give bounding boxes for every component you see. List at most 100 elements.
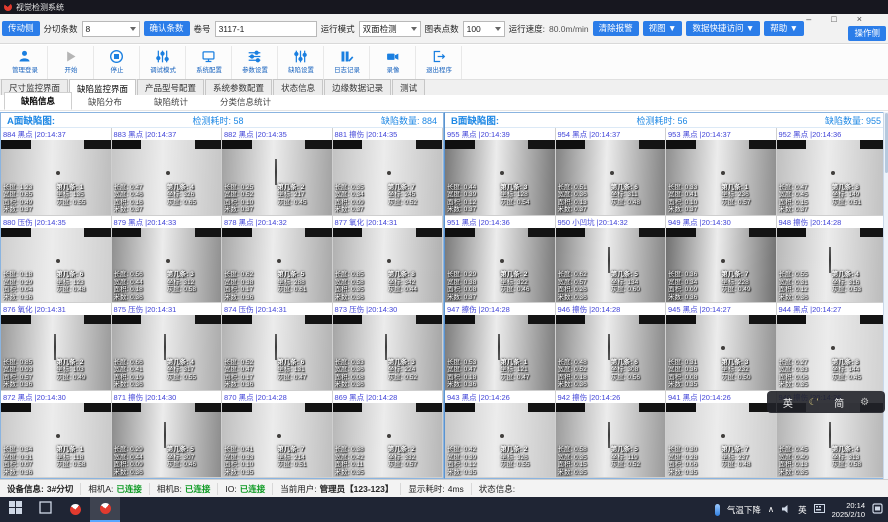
- maximize-button[interactable]: □: [831, 14, 836, 24]
- defect-cell[interactable]: 884 黑点 |20:14:37 长度: 1.23宽度: 0.65面积: 0.4…: [1, 128, 112, 216]
- video-record-button[interactable]: 录像: [370, 46, 416, 79]
- drive-side-button[interactable]: 传动侧: [2, 21, 40, 36]
- help-menu-button[interactable]: 帮助 ▼: [764, 21, 804, 36]
- defect-image[interactable]: 长度: 0.42宽度: 0.39面积: 0.12米数: 0.35 第几条: 2坐…: [445, 403, 555, 478]
- subtab-defect-distribution[interactable]: 缺陷分布: [72, 94, 138, 110]
- defect-cell[interactable]: 869 黑点 |20:14:28 长度: 0.38宽度: 0.42面积: 0.1…: [333, 391, 444, 479]
- defect-image[interactable]: 长度: 0.31宽度: 0.36面积: 0.08米数: 0.35 第几条: 3坐…: [666, 315, 776, 390]
- tab-status-info[interactable]: 状态信息: [273, 79, 323, 95]
- defect-image[interactable]: 长度: 0.33宽度: 0.41面积: 0.10米数: 0.37 第几条: 1坐…: [666, 140, 776, 215]
- defect-image[interactable]: 长度: 0.52宽度: 0.47面积: 0.17米数: 0.36 第几条: 6坐…: [222, 315, 332, 390]
- defect-image[interactable]: 长度: 0.66宽度: 0.41面积: 0.19米数: 0.36 第几条: 4坐…: [112, 315, 222, 390]
- close-button[interactable]: ×: [857, 14, 862, 24]
- run-mode-select[interactable]: 双面检测: [359, 21, 421, 37]
- keyboard-icon[interactable]: [814, 504, 825, 515]
- exit-program-button[interactable]: 退出程序: [416, 46, 462, 79]
- defect-image[interactable]: 长度: 0.47宽度: 0.45面积: 0.15米数: 0.37 第几条: 8坐…: [777, 140, 887, 215]
- defect-image[interactable]: 长度: 0.41宽度: 0.33面积: 0.10米数: 0.35 第几条: 7坐…: [222, 403, 332, 478]
- defect-cell[interactable]: 878 黑点 |20:14:32 长度: 0.62宽度: 0.38面积: 0.1…: [222, 216, 333, 304]
- subtab-defect-stats[interactable]: 缺陷统计: [138, 94, 204, 110]
- defect-image[interactable]: 长度: 0.44宽度: 0.39面积: 0.12米数: 0.37 第几条: 3坐…: [445, 140, 555, 215]
- clear-alarm-button[interactable]: 清除报警: [593, 21, 639, 36]
- defect-cell[interactable]: 953 黑点 |20:14:37 长度: 0.33宽度: 0.41面积: 0.1…: [666, 128, 777, 216]
- params-settings-button[interactable]: 参数设置: [232, 46, 278, 79]
- gear-icon[interactable]: ⚙: [860, 397, 869, 408]
- notification-center-icon[interactable]: [872, 503, 883, 516]
- defect-cell[interactable]: 877 氧化 |20:14:31 长度: 0.85宽度: 0.58面积: 0.3…: [333, 216, 444, 304]
- weather-text[interactable]: 气温下降: [727, 504, 761, 516]
- task-view-button[interactable]: [30, 497, 60, 522]
- defect-image[interactable]: 长度: 0.33宽度: 0.36面积: 0.08米数: 0.36 第几条: 3坐…: [333, 315, 443, 390]
- defect-cell[interactable]: 944 黑点 |20:14:27 长度: 0.27宽度: 0.33面积: 0.0…: [777, 303, 888, 391]
- defect-image[interactable]: 长度: 0.53宽度: 0.47面积: 0.18米数: 0.36 第几条: 1坐…: [445, 315, 555, 390]
- defect-cell[interactable]: 880 压伤 |20:14:35 长度: 0.18宽度: 0.29面积: 0.0…: [1, 216, 112, 304]
- defect-image[interactable]: 长度: 0.45宽度: 0.40面积: 0.13米数: 0.35 第几条: 4坐…: [777, 403, 887, 478]
- defect-image[interactable]: 长度: 0.85宽度: 0.58面积: 0.35米数: 0.36 第几条: 8坐…: [333, 228, 443, 303]
- ime-english-toggle[interactable]: 英: [783, 395, 793, 410]
- defect-cell[interactable]: 954 黑点 |20:14:37 长度: 0.51宽度: 0.36面积: 0.1…: [556, 128, 667, 216]
- defect-image[interactable]: 长度: 0.36宽度: 0.34面积: 0.09米数: 0.36 第几条: 7坐…: [666, 228, 776, 303]
- defect-cell[interactable]: 955 黑点 |20:14:39 长度: 0.44宽度: 0.39面积: 0.1…: [445, 128, 556, 216]
- defect-image[interactable]: 长度: 0.51宽度: 0.36面积: 0.13米数: 0.37 第几条: 6坐…: [556, 140, 666, 215]
- defect-image[interactable]: 长度: 1.23宽度: 0.65面积: 0.49米数: 0.37 第几条: 1坐…: [1, 140, 111, 215]
- defect-image[interactable]: 长度: 0.62宽度: 0.57面积: 0.26米数: 0.36 第几条: 5坐…: [556, 228, 666, 303]
- defect-image[interactable]: 长度: 0.62宽度: 0.38面积: 0.17米数: 0.36 第几条: 5坐…: [222, 228, 332, 303]
- defect-cell[interactable]: 943 黑点 |20:14:26 长度: 0.42宽度: 0.39面积: 0.1…: [445, 391, 556, 479]
- defect-image[interactable]: 长度: 0.18宽度: 0.29面积: 0.04米数: 0.36 第几条: 6坐…: [1, 228, 111, 303]
- stop-button[interactable]: 停止: [94, 46, 140, 79]
- operator-side-button[interactable]: 操作侧: [848, 26, 886, 41]
- log-record-button[interactable]: 日志记录: [324, 46, 370, 79]
- defect-cell[interactable]: 951 黑点 |20:14:36 长度: 0.29宽度: 0.38面积: 0.0…: [445, 216, 556, 304]
- defect-cell[interactable]: 952 黑点 |20:14:36 长度: 0.47宽度: 0.45面积: 0.1…: [777, 128, 888, 216]
- defect-image[interactable]: 长度: 0.25宽度: 0.52面积: 0.10米数: 0.37 第几条: 2坐…: [222, 140, 332, 215]
- speaker-icon[interactable]: [781, 504, 791, 516]
- defect-image[interactable]: 长度: 0.27宽度: 0.33面积: 0.06米数: 0.35 第几条: 8坐…: [777, 315, 887, 390]
- defect-cell[interactable]: 873 压伤 |20:14:30 长度: 0.33宽度: 0.36面积: 0.0…: [333, 303, 444, 391]
- defect-image[interactable]: 长度: 0.29宽度: 0.38面积: 0.08米数: 0.37 第几条: 2坐…: [445, 228, 555, 303]
- defect-image[interactable]: 长度: 0.48宽度: 0.52面积: 0.18米数: 0.36 第几条: 6坐…: [556, 315, 666, 390]
- defect-settings-button[interactable]: 缺陷设置: [278, 46, 324, 79]
- defect-image[interactable]: 长度: 0.30宽度: 0.28面积: 0.06米数: 0.35 第几条: 7坐…: [666, 403, 776, 478]
- admin-login-button[interactable]: 管理登录: [2, 46, 48, 79]
- defect-cell[interactable]: 881 擦伤 |20:14:35 长度: 0.35宽度: 0.34面积: 0.0…: [333, 128, 444, 216]
- defect-cell[interactable]: 947 擦伤 |20:14:28 长度: 0.53宽度: 0.47面积: 0.1…: [445, 303, 556, 391]
- defect-image[interactable]: 长度: 0.35宽度: 0.34面积: 0.09米数: 0.37 第几条: 7坐…: [333, 140, 443, 215]
- taskbar-clock[interactable]: 20:14 2025/2/10: [832, 501, 865, 519]
- minimize-button[interactable]: –: [806, 14, 811, 24]
- defect-cell[interactable]: 949 黑点 |20:14:30 长度: 0.36宽度: 0.34面积: 0.0…: [666, 216, 777, 304]
- start-button[interactable]: 开始: [48, 46, 94, 79]
- defect-cell[interactable]: 872 黑点 |20:14:30 长度: 0.34宽度: 0.31面积: 0.0…: [1, 391, 112, 479]
- confirm-count-button[interactable]: 确认条数: [144, 21, 190, 36]
- defect-cell[interactable]: 941 黑点 |20:14:26 长度: 0.30宽度: 0.28面积: 0.0…: [666, 391, 777, 479]
- moon-icon[interactable]: ☾': [809, 397, 819, 408]
- defect-image[interactable]: 长度: 0.85宽度: 0.93面积: 0.57米数: 0.36 第几条: 2坐…: [1, 315, 111, 390]
- defect-image[interactable]: 长度: 0.38宽度: 0.42面积: 0.11米数: 0.35 第几条: 2坐…: [333, 403, 443, 478]
- subtab-class-info-stats[interactable]: 分类信息统计: [204, 94, 287, 110]
- defect-image[interactable]: 长度: 0.55宽度: 0.31面积: 0.12米数: 0.36 第几条: 4坐…: [777, 228, 887, 303]
- slit-count-select[interactable]: 8: [82, 21, 140, 37]
- start-menu-button[interactable]: [0, 497, 30, 522]
- tab-test[interactable]: 测试: [392, 79, 425, 95]
- defect-cell[interactable]: 870 黑点 |20:14:28 长度: 0.41宽度: 0.33面积: 0.1…: [222, 391, 333, 479]
- quick-access-menu-button[interactable]: 数据快捷访问 ▼: [686, 21, 760, 36]
- roll-number-input[interactable]: [215, 21, 317, 37]
- defect-image[interactable]: 长度: 0.47宽度: 0.46面积: 0.16米数: 0.37 第几条: 4坐…: [112, 140, 222, 215]
- chart-points-select[interactable]: 100: [463, 21, 505, 37]
- defect-cell[interactable]: 948 擦伤 |20:14:28 长度: 0.55宽度: 0.31面积: 0.1…: [777, 216, 888, 304]
- defect-cell[interactable]: 945 黑点 |20:14:27 长度: 0.31宽度: 0.36面积: 0.0…: [666, 303, 777, 391]
- defect-cell[interactable]: 950 小凹坑 |20:14:32 长度: 0.62宽度: 0.57面积: 0.…: [556, 216, 667, 304]
- defect-cell[interactable]: 946 擦伤 |20:14:28 长度: 0.48宽度: 0.52面积: 0.1…: [556, 303, 667, 391]
- ime-language-indicator[interactable]: 英: [798, 504, 807, 516]
- debug-mode-button[interactable]: 调试模式: [140, 46, 186, 79]
- defect-cell[interactable]: 882 黑点 |20:14:35 长度: 0.25宽度: 0.52面积: 0.1…: [222, 128, 333, 216]
- defect-cell[interactable]: 876 氧化 |20:14:31 长度: 0.85宽度: 0.93面积: 0.5…: [1, 303, 112, 391]
- defect-cell[interactable]: 875 压伤 |20:14:31 长度: 0.66宽度: 0.41面积: 0.1…: [112, 303, 223, 391]
- inspection-app-taskbar-button[interactable]: [90, 497, 120, 522]
- subtab-defect-info[interactable]: 缺陷信息: [4, 92, 72, 110]
- tab-system-params[interactable]: 系统参数配置: [205, 79, 272, 95]
- tab-edge-data-log[interactable]: 边缘数据记录: [324, 79, 391, 95]
- defect-image[interactable]: 长度: 0.29宽度: 0.44面积: 0.09米数: 0.36 第几条: 5坐…: [112, 403, 222, 478]
- defect-image[interactable]: 长度: 0.58宽度: 0.35面积: 0.15米数: 0.35 第几条: 5坐…: [556, 403, 666, 478]
- vertical-scrollbar[interactable]: [883, 112, 888, 479]
- defect-cell[interactable]: 883 黑点 |20:14:37 长度: 0.47宽度: 0.46面积: 0.1…: [112, 128, 223, 216]
